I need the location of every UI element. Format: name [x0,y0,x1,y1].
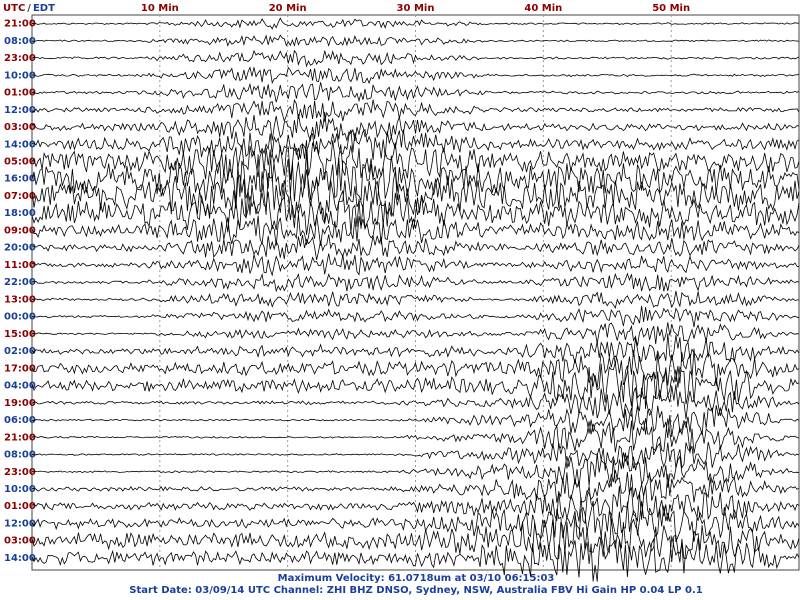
x-tick-label: 50 Min [652,3,690,14]
row-local-label: 22:00 [4,277,36,288]
helicorder-plot: UTC / EDT 10 Min 20 Min 30 Min 40 Min 50 Min 2… [3,3,800,582]
row-local-label: 14:00 [4,553,36,564]
trace-row [31,49,800,68]
row-time-labels: 21:00 08:00 23:00 10:00 01:00 12:00 03:00 14:00… [4,19,36,564]
row-local-label: 20:00 [4,243,36,254]
seismic-traces [31,17,800,582]
local-header: EDT [33,3,55,14]
row-utc-label: 01:00 [4,501,36,512]
row-utc-label: 23:00 [4,467,36,478]
row-utc-label: 15:00 [4,329,36,340]
row-local-label: 00:00 [4,312,36,323]
row-local-label: 04:00 [4,381,36,392]
row-local-label: 08:00 [4,36,36,47]
row-utc-label: 03:00 [4,122,36,133]
x-tick-label: 20 Min [269,3,307,14]
header-separator: / [27,3,31,14]
row-utc-label: 01:00 [4,88,36,99]
x-tick-label: 10 Min [141,3,179,14]
max-velocity-text: Maximum Velocity: 61.0718um at 03/10 06:… [277,573,555,584]
station-info-text: Start Date: 03/09/14 UTC Channel: ZHI BH… [129,585,703,596]
row-local-label: 18:00 [4,208,36,219]
row-utc-label: 21:00 [4,432,36,443]
row-utc-label: 21:00 [4,19,36,30]
row-local-label: 10:00 [4,70,36,81]
header-timezones: UTC / EDT [3,3,55,14]
utc-header: UTC [3,3,25,14]
x-axis-ticks: 10 Min 20 Min 30 Min 40 Min 50 Min [141,3,690,14]
row-utc-label: 23:00 [4,53,36,64]
row-local-label: 02:00 [4,346,36,357]
row-utc-label: 13:00 [4,294,36,305]
row-utc-label: 07:00 [4,191,36,202]
row-utc-label: 05:00 [4,157,36,168]
row-utc-label: 19:00 [4,398,36,409]
x-tick-label: 30 Min [397,3,435,14]
row-local-label: 08:00 [4,450,36,461]
row-local-label: 16:00 [4,174,36,185]
row-local-label: 10:00 [4,484,36,495]
row-local-label: 06:00 [4,415,36,426]
row-local-label: 12:00 [4,105,36,116]
trace-row [31,384,800,420]
row-local-label: 12:00 [4,518,36,529]
x-tick-label: 40 Min [524,3,562,14]
row-local-label: 14:00 [4,139,36,150]
row-utc-label: 17:00 [4,363,36,374]
trace-row [31,17,800,30]
row-utc-label: 03:00 [4,536,36,547]
row-utc-label: 11:00 [4,260,36,271]
row-utc-label: 09:00 [4,225,36,236]
